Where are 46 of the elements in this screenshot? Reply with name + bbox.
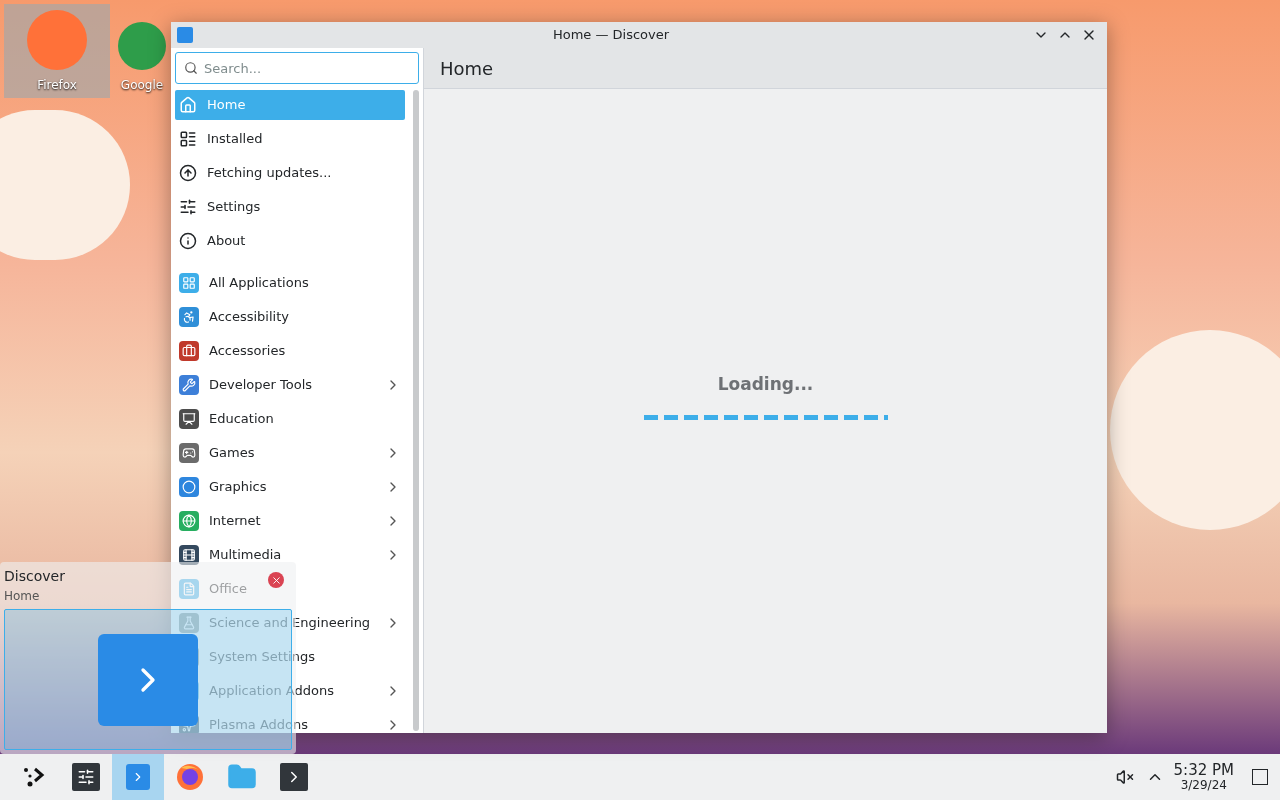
- board-icon: [179, 409, 199, 429]
- sidebar-item[interactable]: Graphics: [175, 472, 405, 502]
- sidebar-item[interactable]: Education: [175, 404, 405, 434]
- window-title: Home — Discover: [551, 26, 671, 45]
- document-icon: [179, 579, 199, 599]
- sliders-icon: [179, 198, 197, 216]
- sliders-icon: [72, 763, 100, 791]
- accessibility-icon: [179, 307, 199, 327]
- page-title: Home: [440, 56, 494, 81]
- sidebar-item[interactable]: All Applications: [175, 268, 405, 298]
- browser-logo-icon: [27, 10, 87, 70]
- wrench-icon: [179, 375, 199, 395]
- terminal-icon: [280, 763, 308, 791]
- sidebar-item[interactable]: Accessories: [175, 336, 405, 366]
- list-icon: [179, 130, 197, 148]
- film-icon: [179, 545, 199, 565]
- globe-icon: [179, 511, 199, 531]
- arrow-up-icon: [179, 164, 197, 182]
- sphere-icon: [179, 477, 199, 497]
- firefox-icon: [175, 762, 205, 792]
- scrollbar[interactable]: [413, 90, 419, 731]
- sidebar-item[interactable]: About: [175, 226, 405, 256]
- gamepad-icon: [179, 443, 199, 463]
- sidebar-item[interactable]: Multimedia: [175, 540, 405, 570]
- sidebar-item[interactable]: Installed: [175, 124, 405, 154]
- clock[interactable]: 5:32 PM 3/29/24: [1173, 762, 1234, 792]
- sidebar-item[interactable]: Developer Tools: [175, 370, 405, 400]
- grid-icon: [179, 273, 199, 293]
- flask-icon: [179, 613, 199, 633]
- info-icon: [179, 232, 197, 250]
- toolbox-icon: [179, 341, 199, 361]
- search-field[interactable]: Search...: [175, 52, 419, 84]
- browser-logo-icon: [118, 22, 166, 70]
- sidebar-item[interactable]: Accessibility: [175, 302, 405, 332]
- sidebar-item[interactable]: Internet: [175, 506, 405, 536]
- loading-text: Loading...: [717, 372, 814, 396]
- search-icon: [184, 61, 198, 75]
- tooltip-subtitle: Home: [4, 588, 40, 605]
- show-desktop-icon[interactable]: [1252, 769, 1268, 785]
- sidebar-item[interactable]: Games: [175, 438, 405, 468]
- sidebar-item[interactable]: Settings: [175, 192, 405, 222]
- home-icon: [179, 96, 197, 114]
- muted-speaker-icon[interactable]: [1115, 768, 1134, 786]
- sidebar-item[interactable]: Fetching updates...: [175, 158, 405, 188]
- tooltip-title: Discover: [4, 567, 65, 586]
- close-icon: [270, 574, 282, 586]
